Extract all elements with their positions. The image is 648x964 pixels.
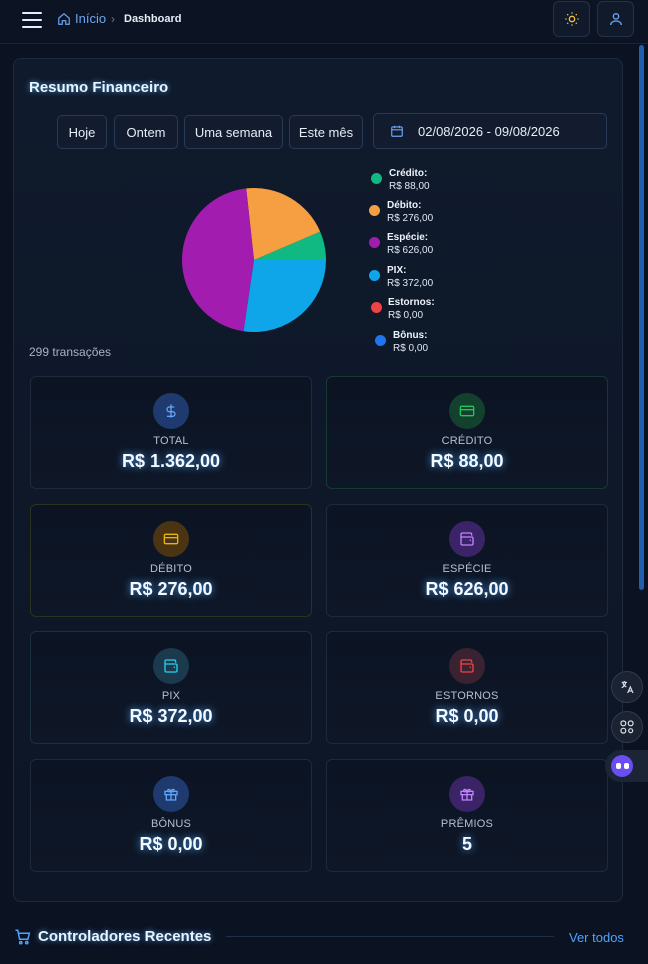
stat-label: ESPÉCIE (442, 562, 492, 575)
legend-label: Estornos: (388, 297, 435, 308)
legend-value: R$ 88,00 (389, 181, 430, 192)
legend-value: R$ 0,00 (393, 343, 429, 354)
apps-button[interactable] (611, 711, 643, 743)
top-bar: Início › Dashboard (0, 0, 648, 44)
legend-item: Crédito: R$ 88,00 (389, 167, 430, 193)
recent-controllers-title: Controladores Recentes (38, 928, 212, 945)
date-range-value: 02/08/2026 - 09/08/2026 (418, 123, 560, 139)
theme-toggle-button[interactable] (553, 1, 590, 37)
stat-value: R$ 626,00 (425, 578, 509, 599)
legend-label: Bônus: (393, 330, 428, 341)
stat-label: PIX (161, 690, 181, 702)
legend-item: Espécie: R$ 626,00 (387, 231, 433, 257)
menu-icon[interactable] (22, 12, 42, 28)
financial-summary-card: Resumo Financeiro Hoje Ontem Uma semana … (13, 58, 623, 902)
stat-value: 5 (461, 833, 472, 854)
legend-label: Espécie: (387, 232, 429, 243)
see-all-link[interactable]: Ver todos (569, 930, 624, 945)
pie-chart (181, 188, 326, 332)
stat-card-prêmios: PRÊMIOS 5 (326, 758, 608, 872)
apps-icon (620, 720, 634, 734)
wallet-icon (449, 648, 485, 684)
pie-slice-pix[interactable] (243, 260, 326, 332)
stat-label: DÉBITO (150, 562, 192, 575)
cart-icon (15, 929, 31, 945)
pie-slice-espécie[interactable] (181, 188, 254, 332)
filter-yesterday-button[interactable]: Ontem (114, 115, 178, 149)
legend-swatch (375, 335, 386, 346)
card-title: Resumo Financeiro (29, 79, 169, 96)
legend-item: Bônus: R$ 0,00 (393, 329, 428, 355)
gift-icon (449, 775, 485, 812)
legend-item: Débito: R$ 276,00 (387, 199, 433, 225)
stat-card-estornos: ESTORNOS R$ 0,00 (326, 631, 608, 744)
legend-swatch (369, 270, 380, 281)
gift-icon (153, 775, 189, 812)
legend-label: Crédito: (389, 168, 428, 179)
legend-value: R$ 276,00 (387, 213, 434, 224)
stat-card-crédito: CRÉDITO R$ 88,00 (326, 376, 608, 489)
translate-button[interactable] (611, 671, 643, 703)
stat-value: R$ 0,00 (435, 706, 499, 726)
legend-value: R$ 372,00 (387, 278, 434, 289)
date-range-picker[interactable]: 02/08/2026 - 09/08/2026 (373, 113, 607, 149)
stat-card-bônus: BÔNUS R$ 0,00 (30, 758, 312, 872)
stat-label: CRÉDITO (441, 435, 493, 447)
debit-card-icon (153, 520, 189, 557)
stat-card-total: TOTAL R$ 1.362,00 (30, 376, 312, 489)
stat-value: R$ 0,00 (139, 833, 203, 854)
translate-icon (621, 681, 634, 694)
stat-value: R$ 372,00 (129, 706, 213, 726)
sun-icon (564, 12, 579, 26)
calendar-icon (391, 125, 403, 137)
dollar-icon (153, 393, 189, 429)
credit-card-icon (449, 393, 485, 429)
divider (226, 936, 554, 937)
breadcrumb-current: Dashboard (124, 13, 182, 25)
legend-swatch (371, 302, 382, 313)
robot-icon (611, 755, 633, 777)
assistant-button[interactable] (605, 750, 648, 782)
filter-today-button[interactable]: Hoje (57, 115, 107, 149)
legend-item: Estornos: R$ 0,00 (388, 296, 435, 322)
breadcrumb-chevron-icon: › (111, 12, 115, 26)
filter-month-button[interactable]: Este mês (289, 115, 363, 149)
stat-card-pix: PIX R$ 372,00 (30, 631, 312, 744)
stat-label: ESTORNOS (435, 690, 499, 702)
scrollbar-thumb[interactable] (639, 45, 644, 590)
stat-card-débito: DÉBITO R$ 276,00 (30, 503, 312, 617)
stat-card-espécie: ESPÉCIE R$ 626,00 (326, 503, 608, 617)
legend-label: PIX: (387, 265, 407, 276)
filter-week-button[interactable]: Uma semana (184, 115, 283, 149)
home-icon (58, 12, 70, 25)
stat-label: BÔNUS (150, 817, 192, 830)
stat-value: R$ 1.362,00 (121, 451, 221, 471)
legend-item: PIX: R$ 372,00 (387, 264, 433, 290)
wallet-icon (153, 648, 189, 684)
stat-label: TOTAL (153, 435, 189, 447)
stat-label: PRÊMIOS (440, 817, 494, 830)
legend-swatch (371, 173, 382, 184)
legend-label: Débito: (387, 200, 422, 211)
breadcrumb-home-label: Início (75, 11, 107, 26)
wallet-icon (449, 520, 485, 557)
user-button[interactable] (597, 1, 634, 37)
breadcrumb-home[interactable]: Início (57, 11, 106, 26)
stat-value: R$ 88,00 (430, 451, 504, 471)
user-icon (609, 13, 622, 26)
legend-value: R$ 626,00 (387, 245, 434, 256)
legend-swatch (369, 237, 380, 248)
transaction-count: 299 transações (29, 345, 112, 359)
legend-swatch (369, 205, 380, 216)
legend-value: R$ 0,00 (388, 310, 424, 321)
stat-value: R$ 276,00 (129, 578, 213, 599)
